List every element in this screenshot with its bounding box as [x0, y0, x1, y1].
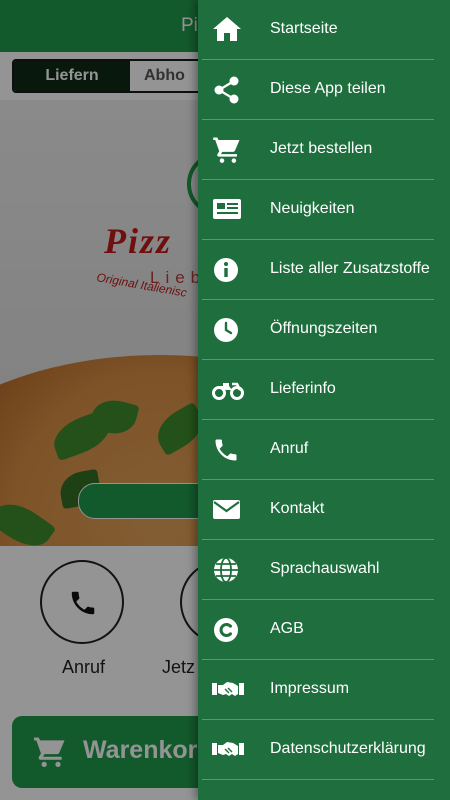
drawer-item-startseite[interactable]: Startseite — [198, 0, 450, 60]
news-icon — [212, 196, 244, 224]
share-icon — [212, 76, 244, 104]
drawer-item-delivery[interactable]: Lieferinfo — [198, 360, 450, 420]
drawer-item-news[interactable]: Neuigkeiten — [198, 180, 450, 240]
handshake-icon — [212, 676, 244, 704]
drawer-item-language[interactable]: Sprachauswahl — [198, 540, 450, 600]
drawer-item-label: Anruf — [270, 440, 309, 457]
drawer-item-label: Sprachauswahl — [270, 560, 380, 577]
globe-icon — [212, 556, 244, 584]
divider — [202, 779, 434, 780]
drawer-item-label: Impressum — [270, 680, 350, 697]
drawer-item-impressum[interactable]: Impressum — [198, 660, 450, 720]
drawer-item-label: Neuigkeiten — [270, 200, 355, 217]
copyright-icon — [212, 616, 244, 644]
drawer-item-label: Öffnungszeiten — [270, 320, 378, 337]
drawer-item-label: Diese App teilen — [270, 80, 386, 97]
mail-icon — [212, 496, 244, 524]
phone-icon — [212, 436, 244, 464]
drawer-item-label: Liste aller Zusatzstoffe — [270, 260, 430, 277]
drawer-item-label: Datenschutzerklärung — [270, 740, 426, 757]
drawer-item-label: Startseite — [270, 20, 338, 37]
motorbike-icon — [212, 376, 244, 404]
drawer-item-contact[interactable]: Kontakt — [198, 480, 450, 540]
drawer-item-call[interactable]: Anruf — [198, 420, 450, 480]
handshake-icon — [212, 736, 244, 764]
drawer-item-share[interactable]: Diese App teilen — [198, 60, 450, 120]
navigation-drawer: Startseite Diese App teilen Jetzt bestel… — [198, 0, 450, 800]
drawer-item-label: Jetzt bestellen — [270, 140, 373, 157]
drawer-item-agb[interactable]: AGB — [198, 600, 450, 660]
drawer-item-privacy[interactable]: Datenschutzerklärung — [198, 720, 450, 780]
drawer-item-label: Lieferinfo — [270, 380, 336, 397]
drawer-item-label: Kontakt — [270, 500, 325, 517]
cart-icon — [212, 136, 244, 164]
drawer-item-label: AGB — [270, 620, 304, 637]
info-icon — [212, 256, 244, 284]
drawer-item-hours[interactable]: Öffnungszeiten — [198, 300, 450, 360]
home-icon — [212, 16, 244, 44]
drawer-item-additives[interactable]: Liste aller Zusatzstoffe — [198, 240, 450, 300]
clock-icon — [212, 316, 244, 344]
drawer-item-order[interactable]: Jetzt bestellen — [198, 120, 450, 180]
